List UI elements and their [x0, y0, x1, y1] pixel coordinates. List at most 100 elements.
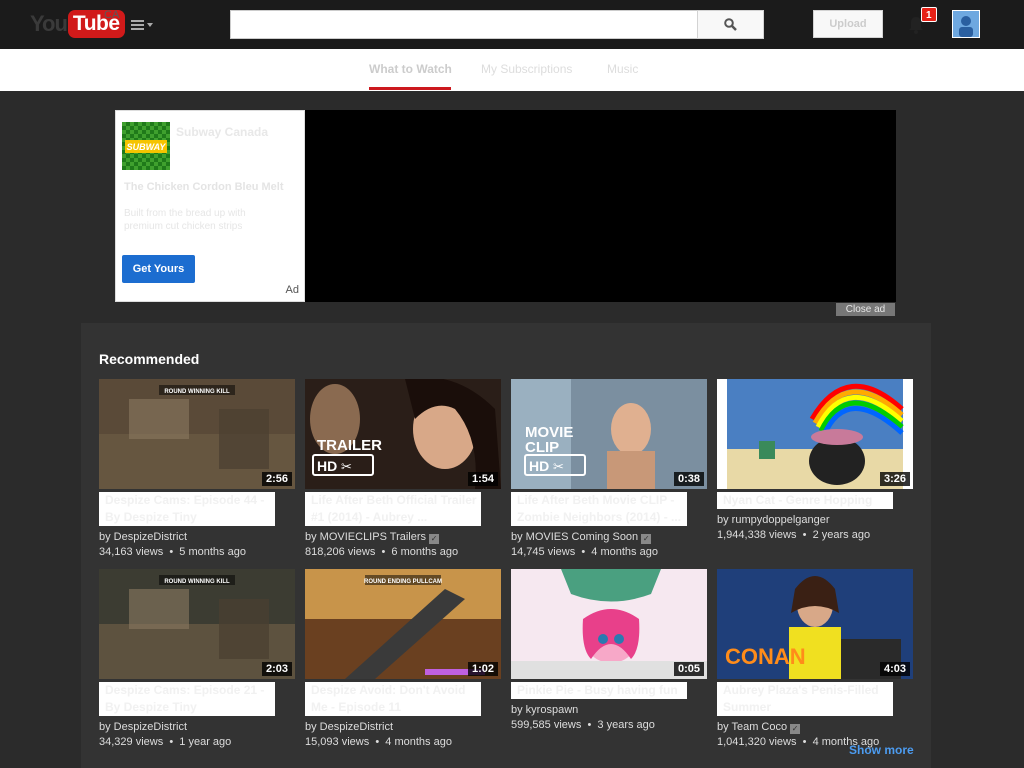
search-button[interactable] [697, 10, 764, 39]
ad-label: Ad [285, 284, 299, 296]
video-stats: 599,585 views • 3 years ago [511, 718, 655, 733]
video-views: 599,585 views [511, 719, 582, 731]
ad-advertiser-name[interactable]: Subway Canada [176, 125, 268, 139]
video-views: 1,944,338 views [717, 529, 797, 541]
video-duration: 1:02 [467, 662, 498, 676]
thumb-overlay-text-line2: CLIP [525, 439, 559, 456]
video-card: ROUND WINNING KILL 2:56 Despize Cams: Ep… [99, 379, 295, 559]
video-channel[interactable]: by rumpydoppelganger [717, 513, 830, 528]
video-channel-name[interactable]: by MOVIECLIPS Trailers [305, 531, 426, 543]
video-channel[interactable]: by DespizeDistrict [99, 530, 187, 545]
masthead: You Tube CA Upload 1 [0, 0, 1024, 49]
video-channel[interactable]: by DespizeDistrict [305, 720, 393, 735]
video-title[interactable]: Despize Avoid: Don't Avoid Me - Episode … [305, 682, 481, 716]
video-channel[interactable]: by MOVIES Coming Soon ✓ [511, 530, 652, 545]
scissors-icon: ✂ [553, 460, 564, 475]
video-channel-name[interactable]: by kyrospawn [511, 704, 578, 716]
ad-headline[interactable]: The Chicken Cordon Bleu Melt [124, 181, 284, 193]
ad-description: Built from the bread up with premium cut… [124, 208, 246, 232]
video-title[interactable]: Aubrey Plaza's Penis-Filled Summer [717, 682, 893, 716]
feed-tab-bar: What to Watch My Subscriptions Music [0, 49, 1024, 91]
scissors-icon: ✂ [341, 460, 352, 475]
section-title: Recommended [99, 351, 200, 367]
video-duration: 1:54 [467, 472, 498, 486]
video-views: 818,206 views [305, 546, 376, 558]
video-age: 2 years ago [812, 529, 871, 541]
video-age: 3 years ago [597, 719, 655, 731]
video-title[interactable]: Life After Beth Movie CLIP - Zombie Neig… [511, 492, 687, 526]
video-thumbnail[interactable]: ROUND ENDING PULLCAM 1:02 [305, 569, 501, 679]
video-duration: 2:03 [261, 662, 292, 676]
video-card: CONAN 4:03 Aubrey Plaza's Penis-Filled S… [717, 569, 913, 749]
video-stats: 34,329 views • 1 year ago [99, 735, 231, 750]
notification-count-badge: 1 [921, 7, 937, 22]
video-title[interactable]: Life After Beth Official Trailer #1 (201… [305, 492, 481, 526]
video-card: 3:26 Nyan Cat - Genre Hopping by rumpydo… [717, 379, 913, 559]
video-channel[interactable]: by Team Coco ✓ [717, 720, 801, 735]
video-duration: 0:05 [673, 662, 704, 676]
video-title[interactable]: Nyan Cat - Genre Hopping [717, 492, 893, 509]
video-channel-name[interactable]: by MOVIES Coming Soon [511, 531, 638, 543]
close-ad-button[interactable]: Close ad [836, 303, 895, 316]
video-thumbnail[interactable]: CONAN 4:03 [717, 569, 913, 679]
tab-my-subscriptions[interactable]: My Subscriptions [481, 62, 572, 76]
avatar[interactable] [952, 10, 980, 38]
video-stats: 1,944,338 views • 2 years ago [717, 528, 870, 543]
video-channel-name[interactable]: by DespizeDistrict [99, 721, 187, 733]
video-views: 1,041,320 views [717, 736, 797, 748]
video-channel-name[interactable]: by Team Coco [717, 721, 787, 733]
meta-separator: • [796, 529, 813, 541]
tab-music[interactable]: Music [607, 62, 638, 76]
youtube-logo[interactable]: You Tube CA [30, 9, 125, 39]
meta-separator: • [163, 736, 180, 748]
video-channel[interactable]: by MOVIECLIPS Trailers ✓ [305, 530, 440, 545]
video-card: ROUND WINNING KILL 2:03 Despize Cams: Ep… [99, 569, 295, 749]
logo-country-code: CA [104, 9, 120, 21]
tab-what-to-watch[interactable]: What to Watch [369, 62, 452, 76]
thumb-overlay-text: ROUND WINNING KILL [164, 389, 230, 395]
hamburger-icon [131, 20, 144, 30]
video-title[interactable]: Despize Cams: Episode 44 - By Despize Ti… [99, 492, 275, 526]
video-duration: 4:03 [879, 662, 910, 676]
meta-separator: • [375, 546, 392, 558]
guide-menu-button[interactable] [131, 15, 159, 35]
upload-button[interactable]: Upload [813, 10, 883, 38]
video-thumbnail[interactable]: MOVIE CLIP HD ✂ 0:38 [511, 379, 707, 489]
video-thumbnail[interactable]: 3:26 [717, 379, 913, 489]
video-stats: 14,745 views • 4 months ago [511, 545, 658, 560]
video-age: 6 months ago [391, 546, 459, 558]
search-icon [724, 18, 737, 31]
video-thumbnail[interactable]: ROUND WINNING KILL 2:03 [99, 569, 295, 679]
video-channel-name[interactable]: by DespizeDistrict [305, 721, 393, 733]
ad-video-player[interactable] [305, 110, 896, 302]
video-channel[interactable]: by DespizeDistrict [99, 720, 187, 735]
active-tab-indicator [369, 87, 451, 90]
show-more-link[interactable]: Show more [849, 743, 914, 757]
verified-check-icon: ✓ [429, 534, 440, 544]
thumb-overlay-text: TRAILER [317, 437, 382, 454]
video-thumbnail[interactable]: TRAILER HD ✂ 1:54 [305, 379, 501, 489]
video-card: MOVIE CLIP HD ✂ 0:38 Life After Beth Movi… [511, 379, 707, 559]
meta-separator: • [581, 719, 598, 731]
video-channel[interactable]: by kyrospawn [511, 703, 578, 718]
video-thumbnail[interactable]: ROUND WINNING KILL 2:56 [99, 379, 295, 489]
video-thumbnail[interactable]: 0:05 [511, 569, 707, 679]
meta-separator: • [163, 546, 180, 558]
video-stats: 34,163 views • 5 months ago [99, 545, 246, 560]
video-age: 4 months ago [385, 736, 452, 748]
verified-check-icon: ✓ [790, 724, 801, 734]
video-channel-name[interactable]: by DespizeDistrict [99, 531, 187, 543]
thumb-overlay-text: ROUND ENDING PULLCAM [364, 579, 442, 585]
advertiser-logo[interactable]: SUBWAY [122, 122, 170, 170]
video-duration: 0:38 [673, 472, 704, 486]
video-title[interactable]: Pinkie Pie - Busy having fun [511, 682, 687, 699]
ad-cta-button[interactable]: Get Yours [122, 255, 195, 283]
search-input[interactable] [230, 10, 698, 39]
advertiser-logo-text: SUBWAY [127, 142, 167, 152]
video-title[interactable]: Despize Cams: Episode 21 - By Despize Ti… [99, 682, 275, 716]
verified-check-icon: ✓ [641, 534, 652, 544]
video-channel-name[interactable]: by rumpydoppelganger [717, 514, 830, 526]
thumb-overlay-text: CONAN [725, 644, 806, 669]
video-duration: 3:26 [879, 472, 910, 486]
video-views: 15,093 views [305, 736, 370, 748]
